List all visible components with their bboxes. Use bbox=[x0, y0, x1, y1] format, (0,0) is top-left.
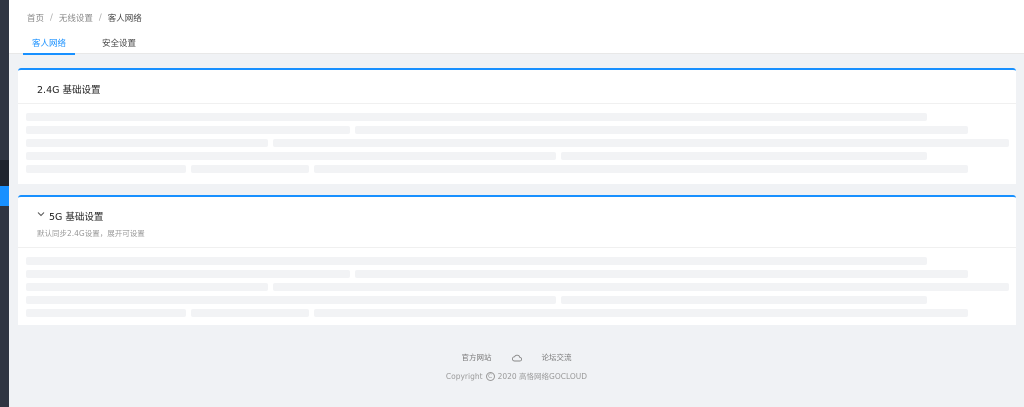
skeleton-line bbox=[273, 283, 1009, 291]
tab-bar: 客人网络 安全设置 bbox=[23, 32, 163, 55]
footer-links: 官方网站 论坛交流 bbox=[9, 352, 1024, 363]
skeleton-line bbox=[26, 152, 556, 160]
breadcrumb-separator: / bbox=[98, 13, 102, 23]
card-header: 2.4G 基础设置 bbox=[18, 70, 1016, 104]
breadcrumb-wireless[interactable]: 无线设置 bbox=[59, 12, 93, 24]
card-subtitle: 默认同步2.4G设置，展开可设置 bbox=[37, 229, 145, 238]
skeleton-line bbox=[26, 139, 268, 147]
tab-guest-network[interactable]: 客人网络 bbox=[23, 32, 76, 55]
card-title[interactable]: 5G 基础设置 bbox=[49, 209, 103, 223]
skeleton-line bbox=[355, 126, 968, 134]
skeleton-line bbox=[26, 270, 350, 278]
breadcrumb-home[interactable]: 首页 bbox=[27, 12, 44, 24]
copyright-label: Copyright bbox=[445, 372, 483, 381]
skeleton-line bbox=[26, 113, 927, 121]
skeleton-line bbox=[273, 139, 1009, 147]
breadcrumb-current: 客人网络 bbox=[107, 14, 142, 24]
skeleton-line bbox=[191, 165, 309, 173]
skeleton-line bbox=[561, 296, 927, 304]
sidebar-rail-item[interactable] bbox=[0, 160, 9, 186]
skeleton-line bbox=[191, 309, 309, 317]
skeleton-line bbox=[26, 283, 268, 291]
cloud-icon[interactable] bbox=[511, 354, 522, 362]
breadcrumb: 首页 / 无线设置 / 客人网络 bbox=[27, 12, 142, 24]
tab-security-settings[interactable]: 安全设置 bbox=[93, 32, 145, 55]
skeleton-line bbox=[26, 296, 556, 304]
card-5g-settings: 5G 基础设置 默认同步2.4G设置，展开可设置 bbox=[18, 195, 1016, 325]
copyright-text: 2020 高恪网络GOCLOUD bbox=[497, 372, 588, 381]
copyright: Copyright C 2020 高恪网络GOCLOUD bbox=[9, 371, 1024, 382]
copyright-icon: C bbox=[485, 372, 495, 381]
sidebar-rail-active-indicator[interactable] bbox=[0, 186, 9, 206]
card-2g-settings: 2.4G 基础设置 bbox=[18, 68, 1016, 184]
footer-link-forum[interactable]: 论坛交流 bbox=[542, 352, 572, 363]
skeleton-line bbox=[355, 270, 968, 278]
card-header[interactable]: 5G 基础设置 默认同步2.4G设置，展开可设置 bbox=[18, 197, 1016, 248]
skeleton-line bbox=[26, 309, 186, 317]
card-title: 2.4G 基础设置 bbox=[37, 85, 101, 96]
skeleton-line bbox=[26, 257, 927, 265]
skeleton-line bbox=[314, 309, 968, 317]
skeleton-line bbox=[26, 165, 186, 173]
sidebar-rail bbox=[0, 0, 9, 407]
chevron-down-icon[interactable] bbox=[37, 210, 45, 218]
skeleton-line bbox=[26, 126, 350, 134]
footer-link-official-site[interactable]: 官方网站 bbox=[462, 352, 492, 363]
skeleton-line bbox=[314, 165, 968, 173]
page-header: 首页 / 无线设置 / 客人网络 客人网络 安全设置 bbox=[9, 0, 1024, 55]
page-footer: 官方网站 论坛交流 Copyright C 2020 高恪网络GOCLOUD bbox=[9, 352, 1024, 382]
breadcrumb-separator: / bbox=[50, 13, 53, 23]
skeleton-line bbox=[561, 152, 927, 160]
